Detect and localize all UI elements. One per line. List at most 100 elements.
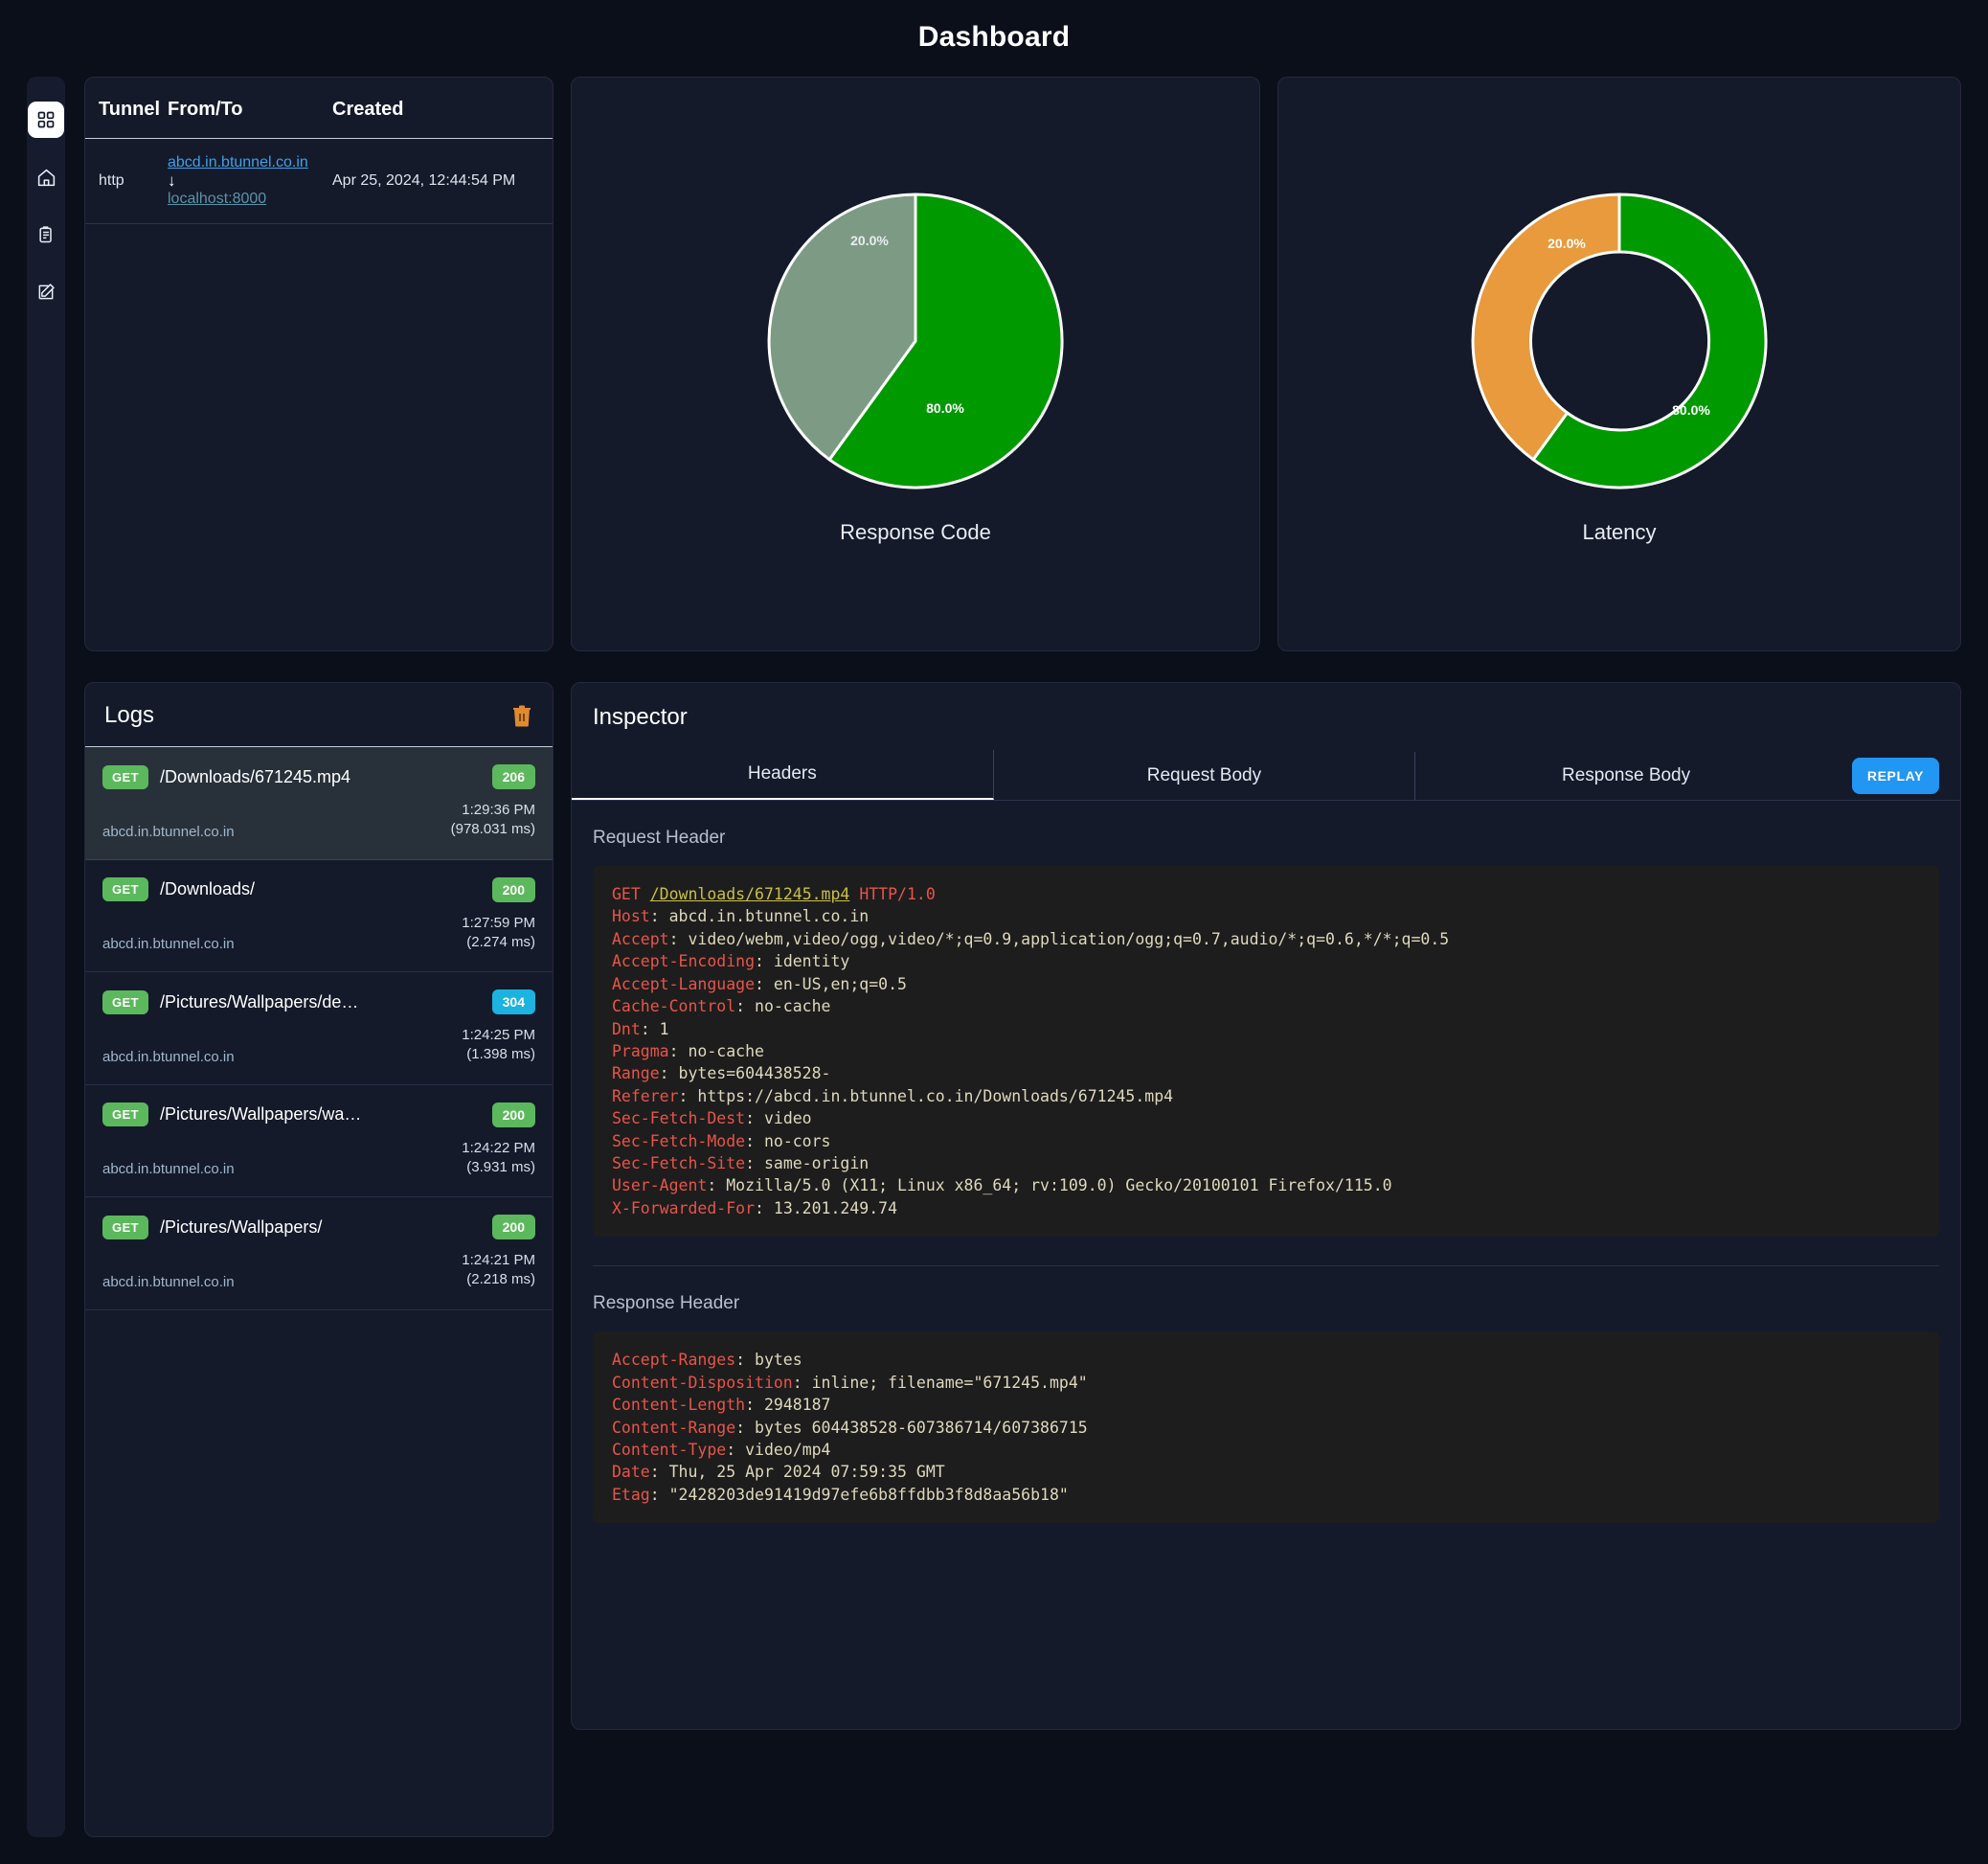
pie-label-20: 20.0% (850, 233, 889, 248)
table-row[interactable]: http abcd.in.btunnel.co.in ↓ localhost:8… (85, 138, 553, 224)
log-item-secondary-row: abcd.in.btunnel.co.in 1:27:59 PM (2.274 ms… (102, 914, 535, 953)
log-timestamp: 1:29:36 PM (978.031 ms) (451, 801, 535, 840)
trash-icon (510, 705, 533, 732)
header-value: : 13.201.249.74 (755, 1198, 898, 1217)
response-header-label: Response Header (593, 1293, 740, 1314)
clear-logs-button[interactable] (510, 703, 533, 728)
log-item-primary-row: GET/Pictures/Wallpapers/200 (102, 1215, 535, 1239)
pie-label-80: 80.0% (926, 400, 964, 416)
header-key: Host (612, 907, 650, 926)
logs-list[interactable]: GET/Downloads/671245.mp4 206 abcd.in.btunn… (85, 747, 553, 1836)
sidebar-item-dashboard[interactable] (28, 102, 64, 138)
log-method-badge: GET (102, 877, 148, 901)
log-time-value: 1:24:25 PM (462, 1027, 535, 1043)
tab-headers[interactable]: Headers (572, 750, 994, 800)
header-key: Etag (612, 1485, 650, 1504)
tab-request-body[interactable]: Request Body (994, 752, 1416, 800)
log-time-value: 1:24:21 PM (462, 1252, 535, 1268)
tunnel-public-url-link[interactable]: abcd.in.btunnel.co.in (168, 154, 332, 171)
latency-donut: 80.0% 20.0% (1461, 183, 1777, 499)
log-duration-value: (1.398 ms) (466, 1046, 535, 1063)
log-item-primary-row: GET/Downloads/671245.mp4 206 (102, 764, 535, 789)
log-host: abcd.in.btunnel.co.in (102, 1161, 235, 1177)
log-time-value: 1:29:36 PM (462, 802, 535, 818)
header-key: Sec-Fetch-Dest (612, 1109, 746, 1128)
log-host: abcd.in.btunnel.co.in (102, 1048, 235, 1065)
log-timestamp: 1:24:22 PM (3.931 ms) (462, 1139, 535, 1178)
sidebar-item-home[interactable] (28, 159, 64, 195)
log-item-secondary-row: abcd.in.btunnel.co.in 1:24:21 PM (2.218 ms… (102, 1251, 535, 1290)
log-duration-value: (978.031 ms) (450, 821, 535, 838)
log-list-item[interactable]: GET/Downloads/200 abcd.in.btunnel.co.in 1:… (85, 860, 553, 972)
column-header-created: Created (332, 78, 553, 139)
header-value: : video/webm,video/ogg,video/*;q=0.9,app… (668, 929, 1450, 948)
chart-caption-latency: Latency (1582, 520, 1657, 544)
header-value: : no-cache (735, 997, 831, 1016)
header-value: : 1 (640, 1019, 669, 1038)
inspector-title: Inspector (593, 704, 688, 730)
arrow-down-icon: ↓ (168, 171, 176, 190)
header-key: X-Forwarded-For (612, 1198, 756, 1217)
header-key: Accept-Encoding (612, 952, 756, 971)
header-key: Dnt (612, 1019, 641, 1038)
sidebar-item-clipboard[interactable] (28, 216, 64, 253)
log-time-value: 1:24:22 PM (462, 1139, 535, 1156)
header-value: : no-cache (668, 1041, 764, 1060)
pie-svg: 80.0% 20.0% (767, 193, 1064, 489)
header-value: : Thu, 25 Apr 2024 07:59:35 GMT (649, 1463, 945, 1482)
sidebar-item-edit[interactable] (28, 274, 64, 310)
request-header-label: Request Header (593, 828, 726, 848)
header-value: : bytes (735, 1351, 802, 1370)
header-key: Content-Disposition (612, 1373, 793, 1392)
tunnel-local-url-link[interactable]: localhost:8000 (168, 191, 332, 208)
log-method-badge: GET (102, 764, 148, 789)
log-status-badge: 304 (491, 989, 535, 1014)
log-host: abcd.in.btunnel.co.in (102, 823, 235, 840)
tab-response-body[interactable]: Response Body (1415, 752, 1837, 800)
page-title: Dashboard (917, 21, 1071, 53)
log-path: /Pictures/Wallpapers/de… (159, 991, 359, 1012)
logs-title: Logs (104, 702, 155, 728)
response-headers-code: Accept-Ranges: bytes Content-Disposition… (593, 1331, 1939, 1524)
log-item-secondary-row: abcd.in.btunnel.co.in 1:29:36 PM (978.031 … (102, 801, 535, 840)
header-value: : Mozilla/5.0 (X11; Linux x86_64; rv:109… (707, 1176, 1392, 1195)
log-host: abcd.in.btunnel.co.in (102, 1273, 235, 1290)
replay-button[interactable]: REPLAY (1851, 758, 1939, 794)
header-value: : en-US,en;q=0.5 (755, 974, 907, 993)
donut-svg: 80.0% 20.0% (1471, 193, 1768, 489)
log-item-primary-row: GET/Pictures/Wallpapers/wa… 200 (102, 1102, 535, 1127)
log-status-badge: 200 (491, 876, 535, 902)
log-list-item[interactable]: GET/Pictures/Wallpapers/de… 304 abcd.in.bt… (85, 972, 553, 1085)
log-list-item[interactable]: GET/Downloads/671245.mp4 206 abcd.in.btunn… (85, 747, 553, 860)
request-method: GET (612, 885, 641, 903)
edit-icon (36, 283, 56, 302)
log-timestamp: 1:27:59 PM (2.274 ms) (462, 914, 535, 953)
header-value: : bytes=604438528- (659, 1064, 831, 1083)
log-list-item[interactable]: GET/Pictures/Wallpapers/200 abcd.in.btunn… (85, 1197, 553, 1310)
log-list-item[interactable]: GET/Pictures/Wallpapers/wa… 200 abcd.in.bt… (85, 1085, 553, 1197)
header-key: Accept-Ranges (612, 1351, 736, 1370)
header-key: Pragma (612, 1041, 669, 1060)
logs-panel: Logs GET/Downloads/671245.mp4 206 abcd.in.… (84, 682, 553, 1837)
table-header-row: Tunnel From/To Created (85, 78, 553, 139)
header-value: : no-cors (745, 1131, 831, 1150)
tunnel-fromto: abcd.in.btunnel.co.in ↓ localhost:8000 (168, 138, 332, 224)
header-value: : https://abcd.in.btunnel.co.in/Download… (678, 1086, 1174, 1105)
donut-label-80: 80.0% (1672, 402, 1710, 418)
header-value: : identity (755, 952, 850, 971)
header-value: : bytes 604438528-607386714/607386715 (735, 1418, 1088, 1437)
tunnel-table-panel: Tunnel From/To Created http abcd.in.btun… (84, 77, 553, 651)
header-key: Accept (612, 929, 669, 948)
dashboard-app: Dashboard Tunnel From/To Created http ab… (0, 0, 1988, 1864)
header-key: User-Agent (612, 1176, 708, 1195)
header-key: Sec-Fetch-Mode (612, 1131, 746, 1150)
request-path-link[interactable]: /Downloads/671245.mp4 (650, 885, 850, 903)
header-key: Sec-Fetch-Site (612, 1154, 746, 1173)
tunnel-table: Tunnel From/To Created http abcd.in.btun… (85, 78, 553, 224)
log-duration-value: (2.218 ms) (466, 1271, 535, 1288)
log-status-badge: 200 (491, 1215, 535, 1239)
log-path: /Pictures/Wallpapers/wa… (159, 1104, 362, 1124)
log-time-value: 1:27:59 PM (462, 914, 535, 931)
log-host: abcd.in.btunnel.co.in (102, 936, 235, 952)
header-value: : video (745, 1109, 812, 1128)
